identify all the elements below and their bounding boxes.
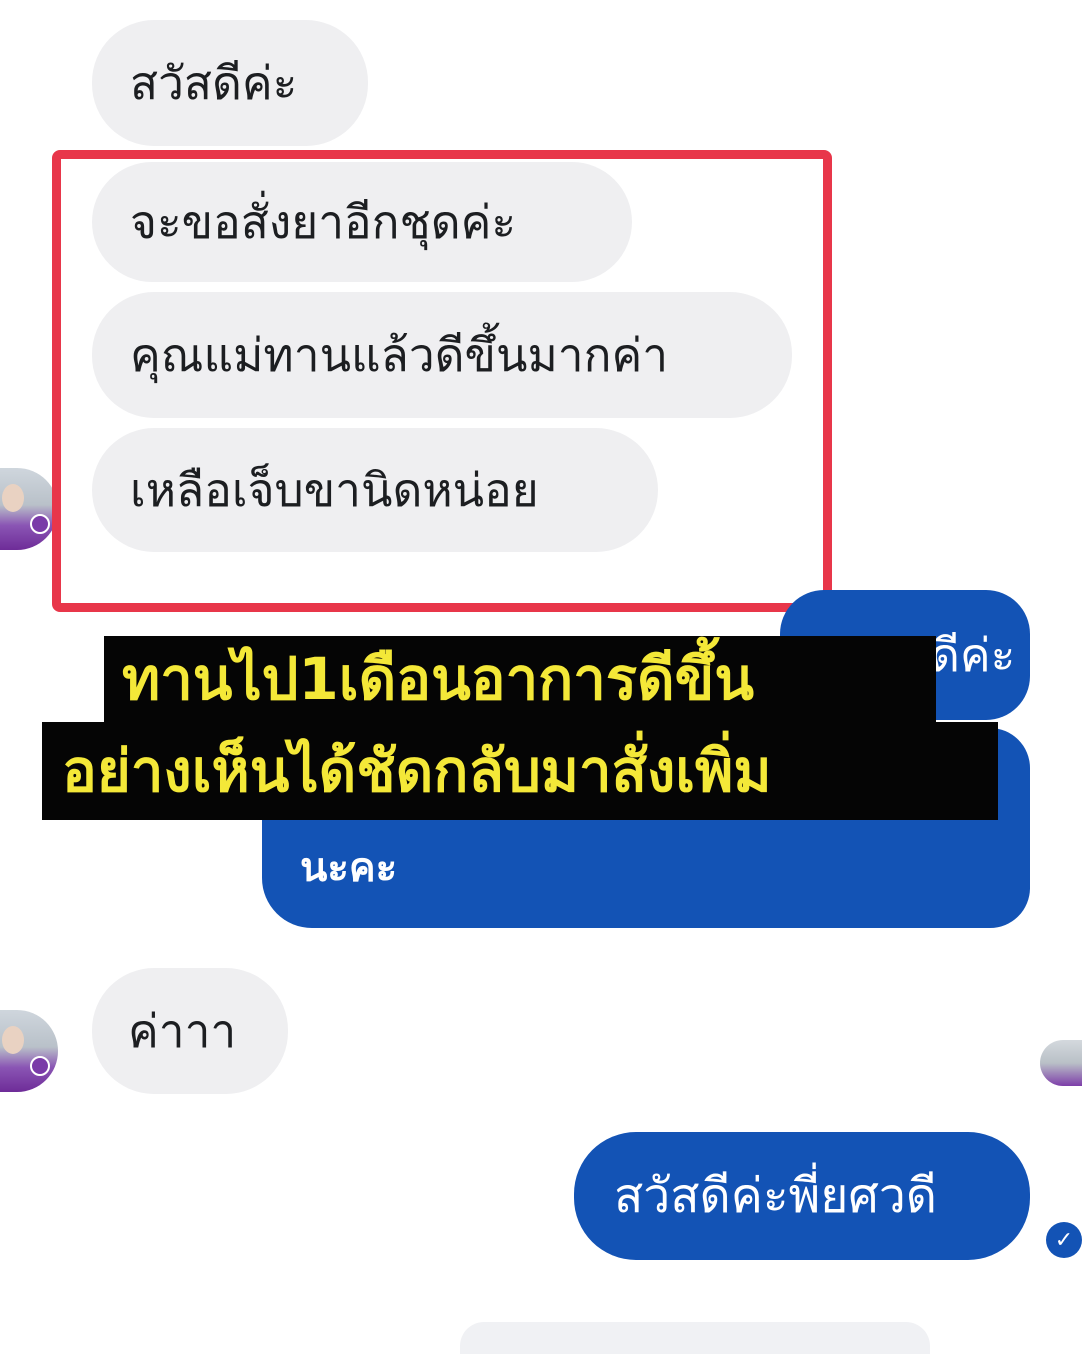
avatar-face (2, 484, 24, 512)
avatar-icon[interactable] (0, 468, 58, 550)
avatar-face (2, 1026, 24, 1054)
check-circle-icon: ✓ (1046, 1222, 1082, 1258)
incoming-message[interactable]: ค่าาา (92, 968, 288, 1094)
incoming-message[interactable]: สวัสดีค่ะ (92, 20, 368, 146)
message-text: ดีค่ะ (930, 628, 1016, 682)
caption-text: อย่างเห็นได้ชัดกลับมาสั่งเพิ่ม (62, 737, 772, 805)
caption-line: ทานไป1เดือนอาการดีขึ้น (104, 636, 936, 722)
message-text: ค่าาา (128, 1004, 237, 1058)
caption-text: ทานไป1เดือนอาการดีขึ้น (122, 645, 754, 713)
message-text: นะคะ (300, 845, 398, 891)
outgoing-message[interactable]: สวัสดีค่ะพี่ยศวดี (574, 1132, 1030, 1260)
message-composer[interactable] (460, 1322, 930, 1354)
avatar-badge-icon (30, 514, 50, 534)
caption-line: อย่างเห็นได้ชัดกลับมาสั่งเพิ่ม (42, 722, 998, 820)
seen-avatar-icon (1040, 1040, 1082, 1086)
highlight-frame (52, 150, 832, 612)
check-glyph: ✓ (1054, 1227, 1074, 1253)
message-text: สวัสดีค่ะ (130, 56, 298, 110)
avatar-icon[interactable] (0, 1010, 58, 1092)
avatar-badge-icon (30, 1056, 50, 1076)
message-text: สวัสดีค่ะพี่ยศวดี (614, 1168, 937, 1224)
